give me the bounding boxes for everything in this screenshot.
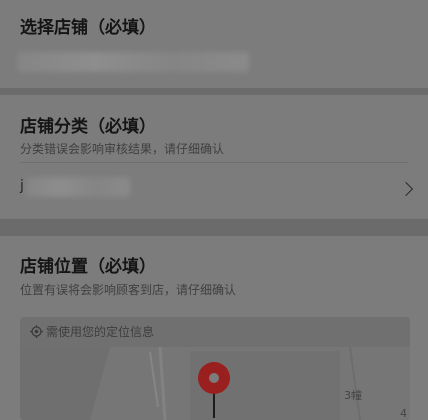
store-name-blurred [17,52,249,72]
store-category-title: 店铺分类（必填） [20,117,156,137]
category-value-blurred [26,177,130,197]
location-tip: 需使用您的定位信息 [30,323,154,340]
store-category-section[interactable]: 店铺分类（必填） 分类错误会影响审核结果，请仔细确认 j [0,95,428,219]
store-select-title: 选择店铺（必填） [20,18,156,38]
category-divider [20,162,408,163]
store-category-hint: 分类错误会影响审核结果，请仔细确认 [20,142,225,156]
store-select-section[interactable]: 选择店铺（必填） [0,0,428,88]
map-graphic: 3幢 4 [20,346,407,420]
chevron-right-icon[interactable] [398,181,414,197]
store-location-title: 店铺位置（必填） [20,257,156,277]
location-tip-text: 需使用您的定位信息 [46,325,155,339]
locate-icon [30,325,43,338]
category-value: j [20,178,24,194]
map-label-building-3: 3幢 [344,388,362,402]
map-label-building-4: 4 [400,407,407,420]
map-view[interactable]: 3幢 4 [20,346,410,420]
store-location-hint: 位置有误将会影响顾客到店，请仔细确认 [20,283,237,297]
